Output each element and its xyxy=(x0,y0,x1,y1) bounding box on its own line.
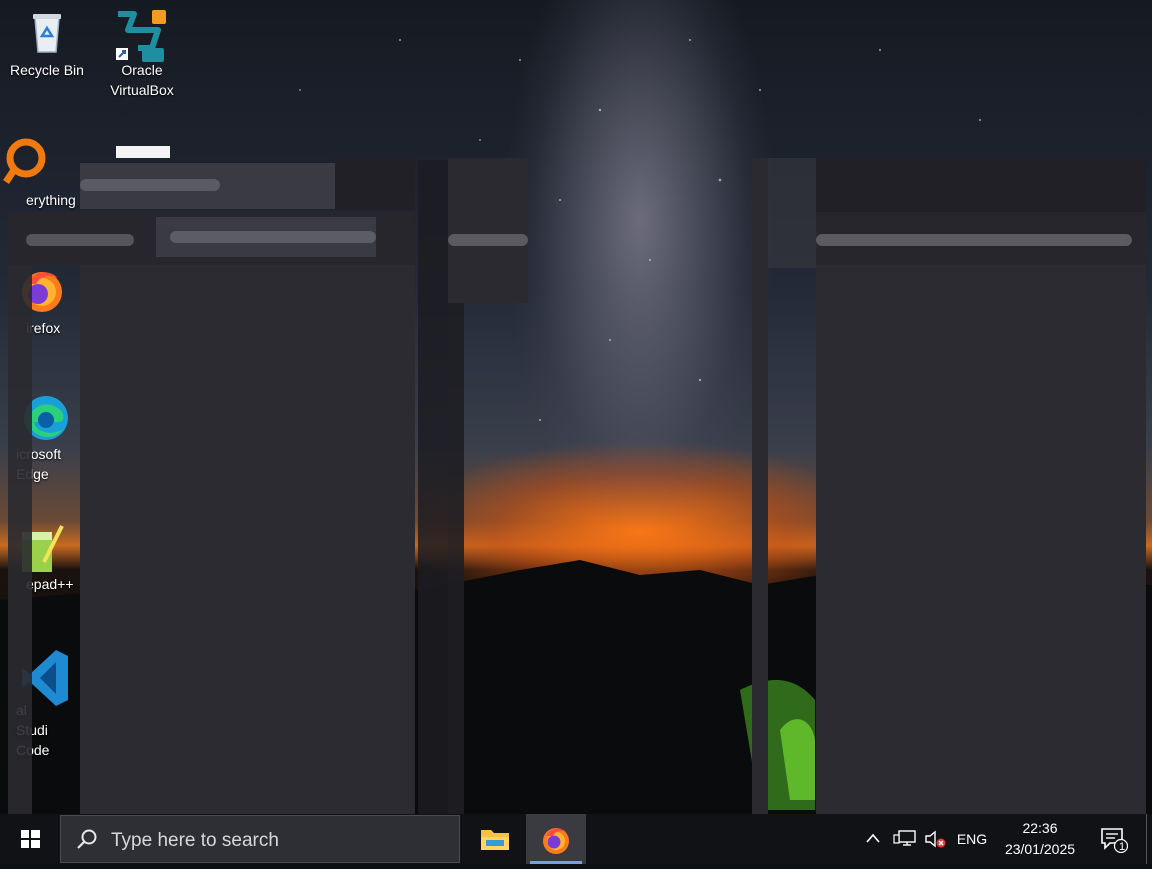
clock-time: 22:36 xyxy=(1022,820,1058,836)
window-titlebar-fragment xyxy=(80,163,335,209)
language-indicator[interactable]: ENG xyxy=(954,814,990,864)
windows-start-icon xyxy=(21,830,40,848)
window-slice-1 xyxy=(418,160,448,814)
window-slice-5 xyxy=(768,158,816,268)
window-body-right xyxy=(816,265,1146,814)
show-desktop-button[interactable] xyxy=(1146,814,1152,864)
window-slice-2 xyxy=(448,158,528,303)
everything-search-icon xyxy=(0,138,46,186)
window-slice-3 xyxy=(448,303,464,814)
taskbar-firefox[interactable] xyxy=(526,814,586,864)
chevron-up-icon xyxy=(866,833,880,843)
clock-date: 23/01/2025 xyxy=(1004,841,1076,857)
titlebar-right-fragment xyxy=(335,158,415,210)
window-body-left xyxy=(80,265,415,814)
virtualbox-icon xyxy=(116,8,166,62)
search-icon xyxy=(77,829,97,849)
address-bar-row-right xyxy=(816,212,1146,265)
window-titlebar-right xyxy=(816,158,1146,212)
action-center-button[interactable]: 1 xyxy=(1094,814,1134,864)
taskbar-file-explorer[interactable] xyxy=(464,814,524,864)
volume-button[interactable] xyxy=(922,814,950,864)
address-bar-row-left xyxy=(8,212,415,265)
file-explorer-icon xyxy=(481,830,509,850)
window-left-edge xyxy=(8,265,32,814)
window-slice-4 xyxy=(752,158,768,814)
nav-buttons-placeholder xyxy=(26,234,134,246)
address-text-placeholder xyxy=(448,234,528,246)
desktop-icon-everything[interactable]: erything xyxy=(0,138,76,210)
desktop-icon-label: Recycle Bin xyxy=(10,62,84,78)
taskbar: Type here to search ENG 22:36 23/01/2025… xyxy=(0,814,1152,864)
network-status-button[interactable] xyxy=(890,814,920,864)
taskbar-search-box[interactable]: Type here to search xyxy=(60,815,460,863)
desktop-icon-recycle-bin[interactable]: Recycle Bin xyxy=(7,8,87,80)
volume-muted-icon xyxy=(925,830,946,848)
desktop-icon-label: Oracle VirtualBox xyxy=(110,62,174,98)
address-text-placeholder xyxy=(816,234,1132,246)
taskbar-clock[interactable]: 22:36 23/01/2025 xyxy=(990,818,1090,860)
window-icon-fragment xyxy=(116,146,170,158)
search-placeholder: Type here to search xyxy=(111,830,279,851)
desktop-icon-virtualbox[interactable]: Oracle VirtualBox xyxy=(102,8,182,100)
notification-count-badge: 1 xyxy=(1118,841,1126,853)
firefox-icon xyxy=(543,828,569,854)
network-icon xyxy=(893,830,916,846)
show-hidden-icons-button[interactable] xyxy=(860,814,886,864)
desktop-icon-label: erything xyxy=(26,192,76,208)
recycle-bin-icon xyxy=(23,8,71,56)
start-button[interactable] xyxy=(0,814,60,864)
address-field-fragment[interactable] xyxy=(156,217,376,257)
title-placeholder-bar xyxy=(80,179,220,191)
address-text-placeholder xyxy=(170,231,376,243)
